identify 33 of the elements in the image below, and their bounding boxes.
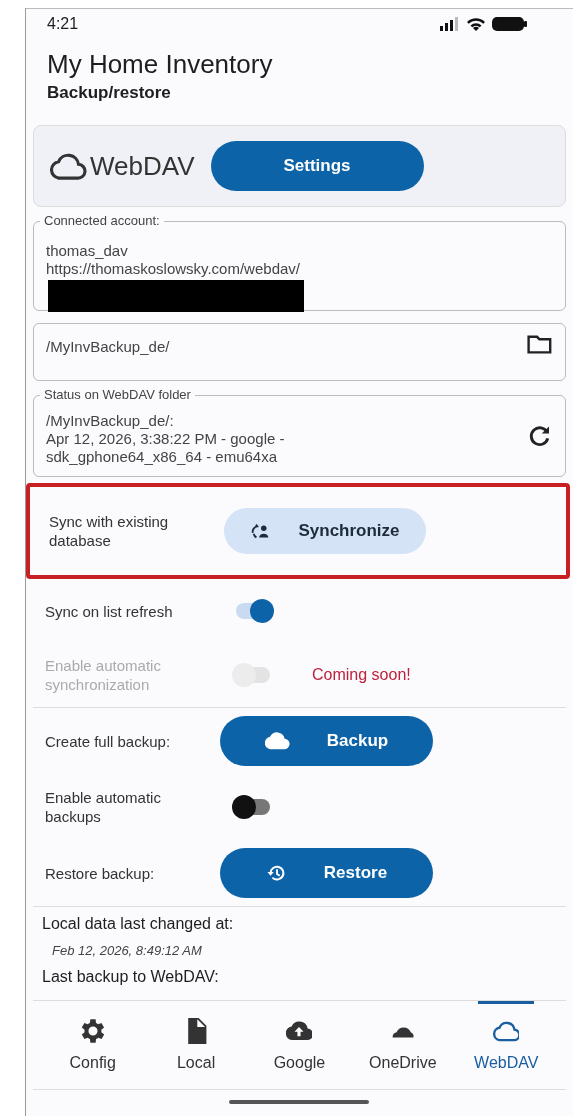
nav-tab[interactable]: OneDrive <box>354 1001 451 1089</box>
coming-soon-note: Coming soon! <box>312 666 411 684</box>
signal-icon <box>440 17 460 31</box>
wifi-icon <box>466 17 486 31</box>
gear-icon <box>79 1018 106 1044</box>
restore-button[interactable]: Restore <box>220 848 433 898</box>
app-title: My Home Inventory <box>47 49 274 79</box>
nav-tab[interactable]: Local <box>148 1001 245 1089</box>
backup-button[interactable]: Backup <box>220 716 433 766</box>
settings-button[interactable]: Settings <box>210 141 424 191</box>
field-label: Status on WebDAV folder <box>40 387 195 402</box>
timestamp: Feb 12, 2026, 8:49:12 AM <box>51 943 203 958</box>
field-label: Connected account: <box>40 213 164 228</box>
status-time: 4:21 <box>47 15 79 33</box>
synchronize-button[interactable]: Synchronize <box>224 508 426 554</box>
info-heading: Local data last changed at: <box>42 915 235 933</box>
nav-tab[interactable]: Google <box>251 1001 348 1089</box>
field-value: thomas_dav https://thomaskoslowsky.com/webdav/ <box>46 241 300 278</box>
field-value: /MyInvBackup_de/: Apr 12, 2026, 3:38:22 PM - google - sdk_gphone64_x86_64 - emu64xa <box>46 411 285 466</box>
nav-tab[interactable]: WebDAV <box>458 1001 555 1089</box>
row-label: Enable automatic backups <box>45 788 162 826</box>
cloud-icon <box>50 152 88 180</box>
screen-subtitle: Backup/restore <box>47 83 172 103</box>
row-label: Restore backup: <box>45 863 156 883</box>
nav-tab[interactable]: Config <box>44 1001 141 1089</box>
battery-icon <box>492 17 528 31</box>
field-value: /MyInvBackup_de/ <box>46 337 170 356</box>
row-label: Create full backup: <box>45 731 172 751</box>
service-name: WebDAV <box>90 150 195 182</box>
row-label: Enable automatic synchronization <box>45 656 162 694</box>
info-heading: Last backup to WebDAV: <box>42 968 220 986</box>
row-label: Sync with existing database <box>49 512 170 550</box>
row-label: Sync on list refresh <box>45 601 174 621</box>
